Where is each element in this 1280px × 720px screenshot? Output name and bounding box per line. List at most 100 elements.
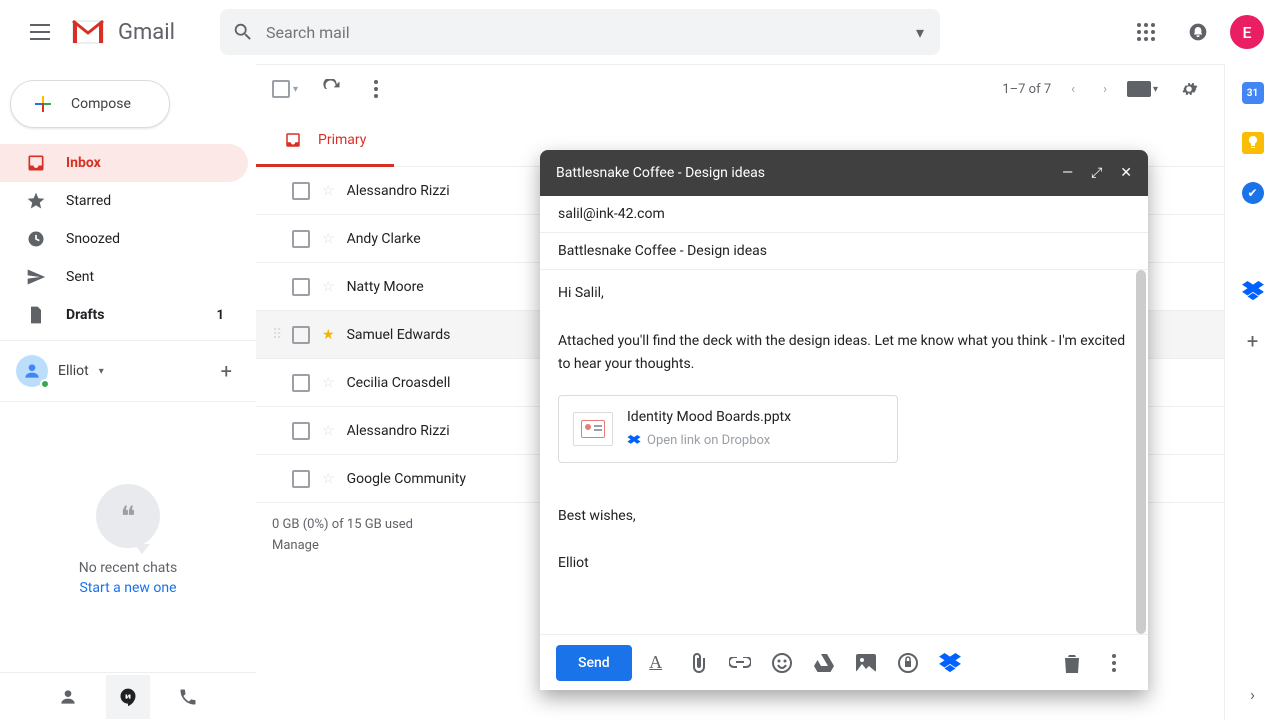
attachment-source: Open link on Dropbox (647, 430, 770, 452)
compose-more-icon[interactable] (1096, 645, 1132, 681)
minimize-icon[interactable]: ― (1062, 165, 1073, 181)
tab-label: Primary (318, 132, 366, 148)
page-prev-icon[interactable]: ‹ (1063, 76, 1083, 103)
search-input[interactable] (266, 23, 912, 42)
sidebar-item-label: Sent (66, 269, 94, 285)
compose-to-field[interactable]: salil@ink-42.com (540, 196, 1148, 233)
sidebar-item-label: Snoozed (66, 231, 120, 247)
compose-subject-field[interactable]: Battlesnake Coffee - Design ideas (540, 233, 1148, 270)
confidential-mode-icon[interactable] (890, 645, 926, 681)
insert-drive-icon[interactable] (806, 645, 842, 681)
compose-footer: Send A (540, 634, 1148, 690)
collapse-panel-icon[interactable]: › (1250, 685, 1255, 704)
compose-greeting: Hi Salil, (558, 282, 1130, 306)
inbox-icon (26, 153, 46, 173)
start-chat-link[interactable]: Start a new one (79, 580, 176, 596)
tasks-addon-icon[interactable]: ✔ (1242, 182, 1264, 204)
row-checkbox[interactable] (292, 422, 310, 440)
dropbox-addon-icon[interactable] (1242, 280, 1264, 302)
settings-gear-icon[interactable] (1170, 70, 1208, 108)
compose-signoff: Best wishes, (558, 505, 1130, 529)
right-side-panel: 31 ✔ + › (1224, 64, 1280, 720)
page-next-icon[interactable]: › (1095, 76, 1115, 103)
hangouts-empty-state: ❝ No recent chats Start a new one (0, 408, 256, 672)
mail-sender: Natty Moore (347, 279, 424, 295)
more-options-icon[interactable] (366, 72, 386, 106)
sidebar-item-snoozed[interactable]: Snoozed (0, 220, 248, 258)
row-checkbox[interactable] (292, 374, 310, 392)
compose-label: Compose (71, 96, 131, 112)
sidebar-item-label: Drafts (66, 307, 104, 323)
row-checkbox[interactable] (292, 278, 310, 296)
sidebar-item-label: Inbox (66, 155, 101, 171)
compose-body[interactable]: Hi Salil, Attached you'll find the deck … (540, 270, 1148, 634)
send-button[interactable]: Send (556, 645, 632, 681)
refresh-icon[interactable] (314, 71, 350, 107)
attach-file-icon[interactable] (680, 645, 716, 681)
insert-link-icon[interactable] (722, 645, 758, 681)
sidebar-item-starred[interactable]: Starred (0, 182, 248, 220)
contacts-tab-icon[interactable] (46, 675, 90, 719)
presence-indicator (40, 379, 50, 389)
notifications-icon[interactable] (1178, 12, 1218, 52)
keep-addon-icon[interactable] (1242, 132, 1264, 154)
compose-attachment-chip[interactable]: Identity Mood Boards.pptx Open link on D… (558, 395, 898, 463)
close-icon[interactable]: ✕ (1120, 165, 1132, 181)
attachment-name: Identity Mood Boards.pptx (627, 406, 791, 430)
compose-window: Battlesnake Coffee - Design ideas ― ⤢ ✕ … (540, 150, 1148, 690)
mail-toolbar: ▾ 1–7 of 7 ‹ › ▾ (256, 65, 1224, 113)
account-avatar[interactable]: E (1230, 15, 1264, 49)
mail-sender: Andy Clarke (347, 231, 421, 247)
star-toggle-icon[interactable]: ☆ (322, 375, 335, 391)
search-options-dropdown[interactable]: ▾ (912, 23, 928, 42)
phone-tab-icon[interactable] (166, 675, 210, 719)
row-checkbox[interactable] (292, 470, 310, 488)
select-all-checkbox[interactable]: ▾ (272, 80, 298, 98)
tab-primary[interactable]: Primary (256, 113, 394, 166)
hangouts-tabs (0, 672, 256, 720)
discard-draft-icon[interactable] (1054, 645, 1090, 681)
send-icon (26, 267, 46, 287)
star-toggle-icon[interactable]: ☆ (322, 183, 335, 199)
row-checkbox[interactable] (292, 326, 310, 344)
search-bar[interactable]: ▾ (220, 9, 940, 55)
quote-icon: ❝ (96, 484, 160, 548)
main-menu-button[interactable] (16, 8, 64, 56)
pptx-file-icon (573, 412, 613, 446)
star-icon (26, 191, 46, 211)
insert-photo-icon[interactable] (848, 645, 884, 681)
row-checkbox[interactable] (292, 230, 310, 248)
star-toggle-icon[interactable]: ☆ (322, 423, 335, 439)
file-icon (26, 305, 46, 325)
product-name: Gmail (118, 20, 175, 45)
row-checkbox[interactable] (292, 182, 310, 200)
sidebar-item-inbox[interactable]: Inbox (0, 144, 248, 182)
compose-scrollbar[interactable] (1136, 270, 1146, 634)
expand-icon[interactable]: ⤢ (1091, 165, 1102, 181)
dropbox-insert-icon[interactable] (932, 645, 968, 681)
sidebar-item-drafts[interactable]: Drafts 1 (0, 296, 248, 334)
sidebar-item-sent[interactable]: Sent (0, 258, 248, 296)
gmail-logo[interactable]: Gmail (72, 20, 212, 45)
hangouts-tab-icon[interactable] (106, 675, 150, 719)
pagination-range: 1–7 of 7 (1002, 82, 1051, 97)
apps-grid-icon[interactable] (1126, 12, 1166, 52)
star-toggle-icon[interactable]: ★ (322, 327, 335, 343)
input-tools-icon[interactable]: ▾ (1127, 81, 1158, 97)
formatting-icon[interactable]: A (638, 645, 674, 681)
insert-emoji-icon[interactable] (764, 645, 800, 681)
calendar-addon-icon[interactable]: 31 (1242, 82, 1264, 104)
mail-sender: Cecilia Croasdell (347, 375, 451, 391)
star-toggle-icon[interactable]: ☆ (322, 279, 335, 295)
hangouts-user[interactable]: Elliot ▾ + (0, 347, 256, 395)
drafts-count: 1 (217, 308, 224, 323)
dropbox-icon (627, 435, 641, 447)
add-contact-icon[interactable]: + (221, 359, 232, 383)
compose-titlebar[interactable]: Battlesnake Coffee - Design ideas ― ⤢ ✕ (540, 150, 1148, 196)
get-addons-icon[interactable]: + (1242, 330, 1264, 352)
star-toggle-icon[interactable]: ☆ (322, 231, 335, 247)
star-toggle-icon[interactable]: ☆ (322, 471, 335, 487)
compose-button[interactable]: Compose (10, 80, 170, 128)
search-icon[interactable] (232, 21, 254, 43)
user-avatar-icon (16, 355, 48, 387)
